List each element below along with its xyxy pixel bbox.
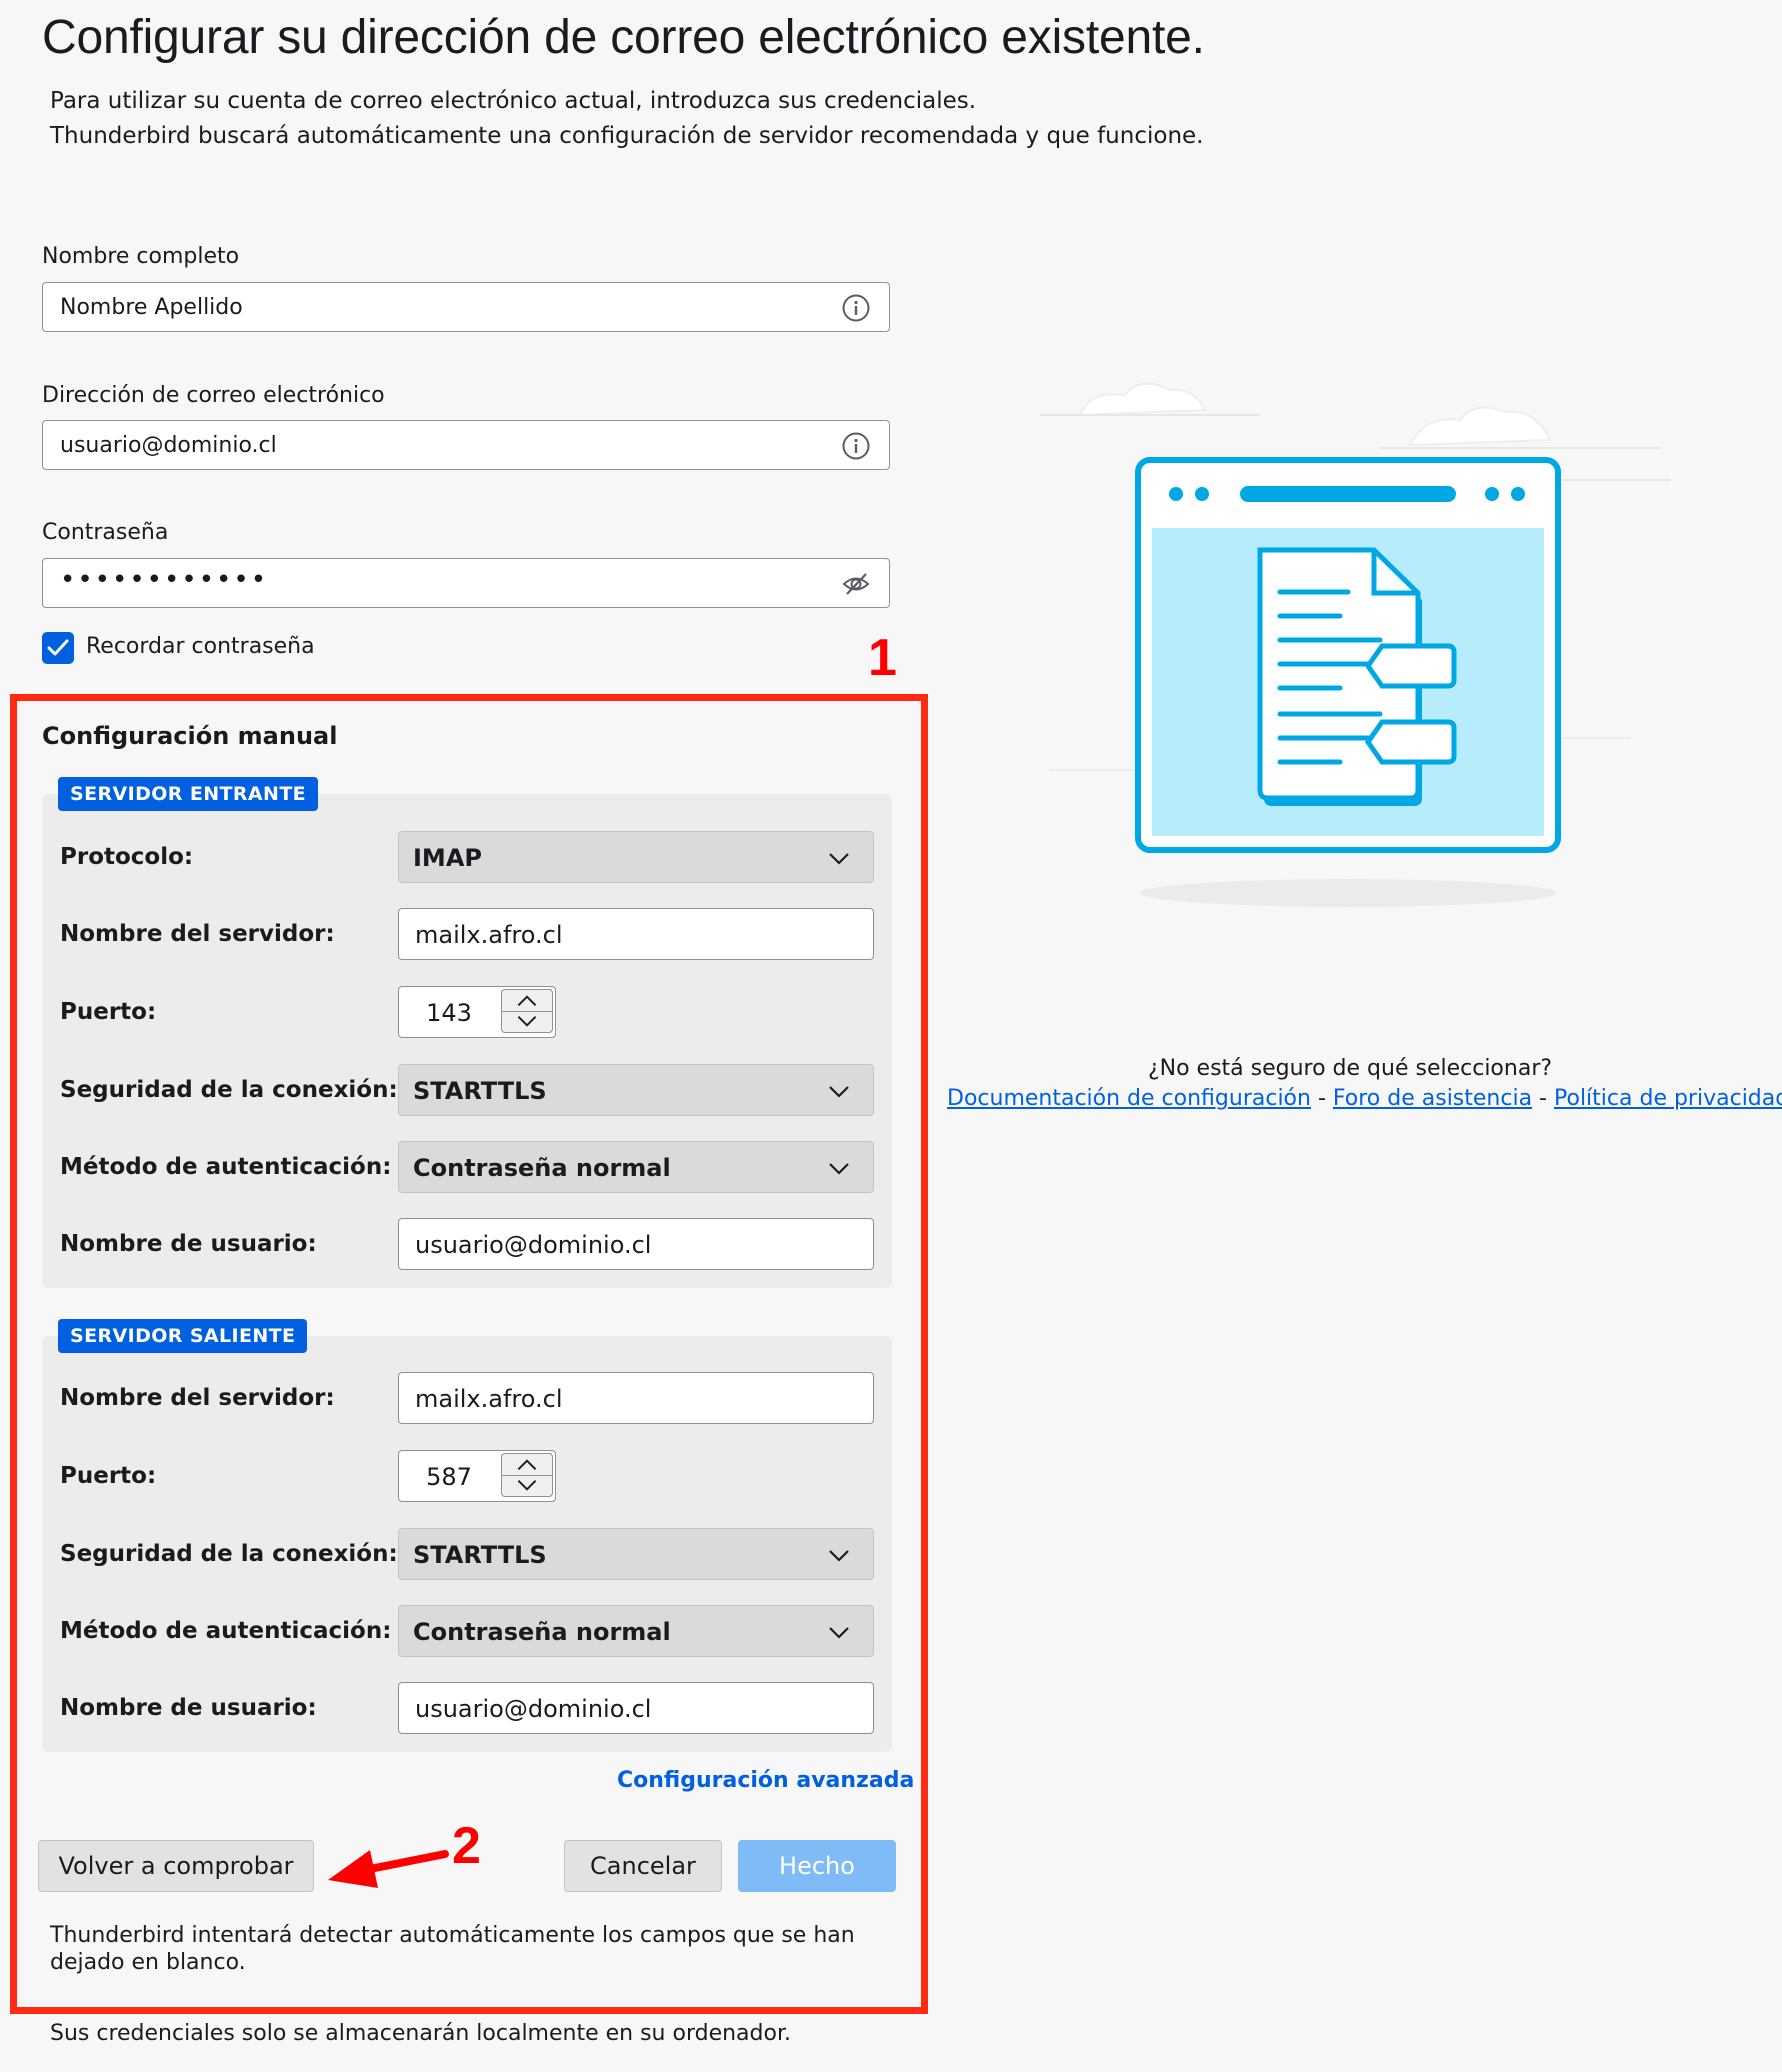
outgoing-server-name-input[interactable]: mailx.afro.cl xyxy=(398,1372,874,1424)
advanced-config-link[interactable]: Configuración avanzada xyxy=(617,1768,914,1793)
outgoing-security-value: STARTTLS xyxy=(413,1541,547,1569)
outgoing-server-badge: SERVIDOR SALIENTE xyxy=(58,1319,308,1353)
email-label: Dirección de correo electrónico xyxy=(42,383,385,408)
outgoing-port-stepper[interactable]: 587 xyxy=(398,1450,556,1502)
intro-text-line-2: Thunderbird buscará automáticamente una … xyxy=(50,123,1204,149)
outgoing-server-name-value: mailx.afro.cl xyxy=(415,1385,563,1413)
chevron-down-icon xyxy=(517,1016,537,1027)
incoming-server-name-input[interactable]: mailx.afro.cl xyxy=(398,908,874,960)
protocol-label: Protocolo: xyxy=(60,844,194,870)
password-value: •••••••••••• xyxy=(60,565,269,595)
fullname-label: Nombre completo xyxy=(42,244,240,269)
password-label: Contraseña xyxy=(42,520,169,545)
outgoing-auth-value: Contraseña normal xyxy=(413,1618,671,1646)
setup-docs-link[interactable]: Documentación de configuración xyxy=(947,1086,1311,1111)
outgoing-auth-select[interactable]: Contraseña normal xyxy=(398,1605,874,1657)
outgoing-port-label: Puerto: xyxy=(60,1463,157,1489)
config-illustration xyxy=(1040,382,1670,907)
incoming-port-stepper[interactable]: 143 xyxy=(398,986,556,1038)
outgoing-security-select[interactable]: STARTTLS xyxy=(398,1528,874,1580)
chevron-up-icon xyxy=(517,1459,537,1470)
outgoing-username-label: Nombre de usuario: xyxy=(60,1695,317,1721)
info-icon[interactable] xyxy=(841,293,871,323)
remember-password-label: Recordar contraseña xyxy=(86,634,315,659)
outgoing-server-name-label: Nombre del servidor: xyxy=(60,1385,335,1411)
incoming-username-value: usuario@dominio.cl xyxy=(415,1231,652,1259)
page-title: Configurar su dirección de correo electr… xyxy=(42,11,1205,64)
chevron-down-icon xyxy=(829,853,849,865)
help-links: Documentación de configuración - Foro de… xyxy=(947,1086,1782,1111)
incoming-server-name-value: mailx.afro.cl xyxy=(415,921,563,949)
annotation-arrow-icon xyxy=(328,1850,449,1888)
outgoing-security-label: Seguridad de la conexión: xyxy=(60,1541,398,1567)
incoming-auth-select[interactable]: Contraseña normal xyxy=(398,1141,874,1193)
help-question: ¿No está seguro de qué seleccionar? xyxy=(1147,1056,1553,1081)
local-storage-note: Sus credenciales solo se almacenarán loc… xyxy=(50,2021,791,2046)
cancel-button[interactable]: Cancelar xyxy=(564,1840,722,1892)
protocol-value: IMAP xyxy=(413,844,482,872)
support-forum-link[interactable]: Foro de asistencia xyxy=(1333,1086,1532,1111)
checkmark-icon xyxy=(47,639,69,656)
incoming-auth-value: Contraseña normal xyxy=(413,1154,671,1182)
email-value: usuario@dominio.cl xyxy=(60,433,277,458)
manual-config-title: Configuración manual xyxy=(42,722,338,750)
incoming-server-badge: SERVIDOR ENTRANTE xyxy=(58,777,319,811)
outgoing-username-value: usuario@dominio.cl xyxy=(415,1695,652,1723)
link-separator: - xyxy=(1310,1086,1333,1111)
outgoing-username-input[interactable]: usuario@dominio.cl xyxy=(398,1682,874,1734)
incoming-security-label: Seguridad de la conexión: xyxy=(60,1077,398,1103)
incoming-username-label: Nombre de usuario: xyxy=(60,1231,317,1257)
incoming-auth-label: Método de autenticación: xyxy=(60,1154,392,1180)
incoming-server-name-label: Nombre del servidor: xyxy=(60,921,335,947)
password-field[interactable]: •••••••••••• xyxy=(42,558,890,608)
email-field[interactable]: usuario@dominio.cl xyxy=(42,420,890,470)
autodetect-note: Thunderbird intentará detectar automátic… xyxy=(50,1923,855,1975)
intro-text-line-1: Para utilizar su cuenta de correo electr… xyxy=(50,88,977,114)
incoming-port-spinner[interactable] xyxy=(501,989,553,1033)
incoming-port-increment[interactable] xyxy=(502,990,552,1012)
protocol-select[interactable]: IMAP xyxy=(398,831,874,883)
outgoing-port-decrement[interactable] xyxy=(502,1475,552,1496)
incoming-port-decrement[interactable] xyxy=(502,1011,552,1032)
info-icon[interactable] xyxy=(841,431,871,461)
outgoing-port-value: 587 xyxy=(426,1463,472,1491)
chevron-down-icon xyxy=(829,1086,849,1098)
annotation-marker-1: 1 xyxy=(868,629,897,687)
remember-password-checkbox[interactable] xyxy=(42,632,74,664)
chevron-down-icon xyxy=(829,1627,849,1639)
outgoing-auth-label: Método de autenticación: xyxy=(60,1618,392,1644)
chevron-up-icon xyxy=(517,995,537,1006)
done-button[interactable]: Hecho xyxy=(738,1840,896,1892)
chevron-down-icon xyxy=(829,1550,849,1562)
link-separator: - xyxy=(1532,1086,1554,1111)
chevron-down-icon xyxy=(517,1480,537,1491)
chevron-down-icon xyxy=(829,1163,849,1175)
outgoing-port-increment[interactable] xyxy=(502,1454,552,1476)
incoming-port-label: Puerto: xyxy=(60,999,157,1025)
retest-button[interactable]: Volver a comprobar xyxy=(38,1840,314,1892)
incoming-username-input[interactable]: usuario@dominio.cl xyxy=(398,1218,874,1270)
privacy-policy-link[interactable]: Política de privacidad xyxy=(1554,1086,1782,1111)
fullname-field[interactable]: Nombre Apellido xyxy=(42,282,890,332)
fullname-value: Nombre Apellido xyxy=(60,295,243,320)
incoming-port-value: 143 xyxy=(426,999,472,1027)
incoming-security-select[interactable]: STARTTLS xyxy=(398,1064,874,1116)
incoming-security-value: STARTTLS xyxy=(413,1077,547,1105)
eye-slash-icon[interactable] xyxy=(841,569,871,599)
outgoing-port-spinner[interactable] xyxy=(501,1453,553,1497)
